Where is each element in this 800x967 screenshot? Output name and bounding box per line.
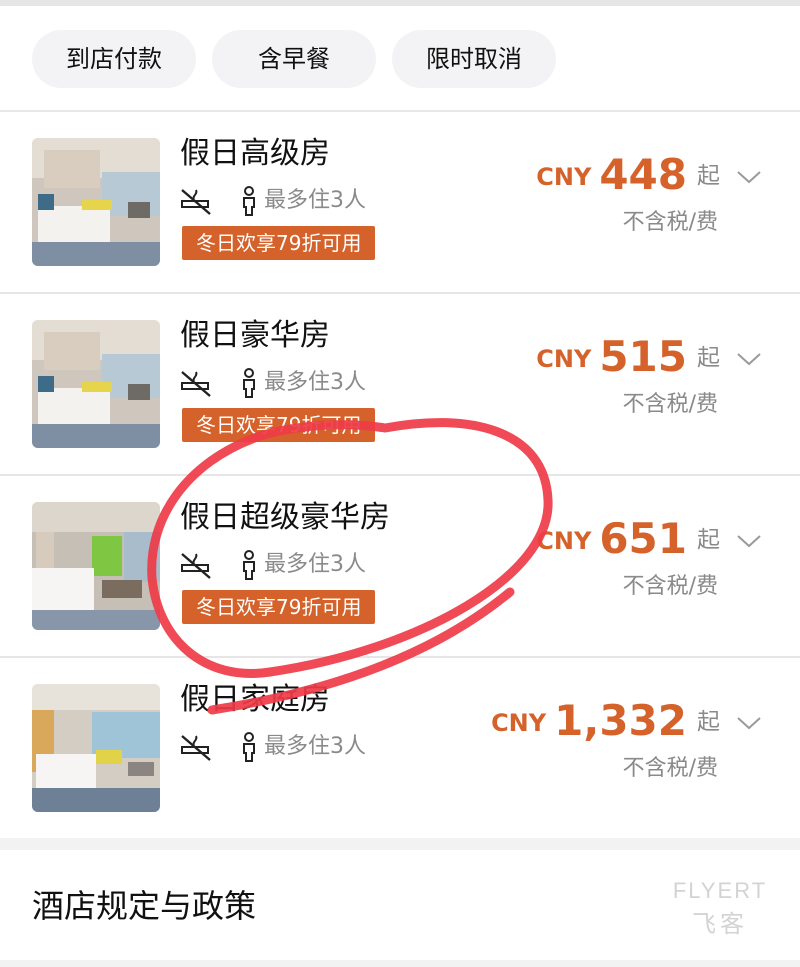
watermark: FLYERT 飞客 (660, 878, 780, 939)
room-card-deluxe[interactable]: 假日豪华房 最多住3人 冬日欢享79折可用 CNY 515 起 不含税/费 (0, 294, 800, 476)
price-value: 515 (599, 332, 687, 381)
filter-chip-free-cancel[interactable]: 限时取消 (392, 30, 556, 88)
no-smoking-icon (181, 371, 211, 397)
price-from-label: 起 (697, 709, 720, 735)
tax-note: 不含税/费 (622, 210, 718, 235)
chevron-down-icon[interactable] (736, 168, 762, 186)
occupancy-text: 最多住3人 (264, 734, 366, 759)
person-icon (243, 368, 255, 398)
room-photo[interactable] (32, 502, 160, 630)
room-card-superior[interactable]: 假日高级房 最多住3人 冬日欢享79折可用 CNY 448 起 不含税/费 (0, 112, 800, 294)
tax-note: 不含税/费 (622, 756, 718, 781)
price-from-label: 起 (697, 345, 720, 371)
room-name: 假日豪华房 (180, 318, 330, 353)
occupancy-text: 最多住3人 (264, 370, 366, 395)
watermark-line1: FLYERT (672, 878, 768, 903)
filter-chip-pay-at-hotel[interactable]: 到店付款 (32, 30, 196, 88)
person-icon (243, 186, 255, 216)
promo-badge: 冬日欢享79折可用 (182, 226, 376, 260)
room-name: 假日超级豪华房 (180, 500, 390, 535)
tax-note: 不含税/费 (622, 392, 718, 417)
tax-note: 不含税/费 (622, 574, 718, 599)
price-from-label: 起 (697, 527, 720, 553)
chevron-down-icon[interactable] (736, 350, 762, 368)
occupancy-text: 最多住3人 (264, 552, 366, 577)
room-photo[interactable] (32, 138, 160, 266)
person-icon (243, 550, 255, 580)
filter-chip-breakfast[interactable]: 含早餐 (212, 30, 376, 88)
price-value: 651 (599, 514, 687, 563)
policy-title: 酒店规定与政策 (32, 887, 257, 925)
room-photo[interactable] (32, 684, 160, 812)
promo-badge: 冬日欢享79折可用 (182, 408, 376, 442)
no-smoking-icon (181, 735, 211, 761)
currency-label: CNY (491, 709, 547, 737)
currency-label: CNY (536, 163, 592, 191)
watermark-line2: 飞客 (692, 910, 748, 938)
currency-label: CNY (536, 527, 592, 555)
room-name: 假日家庭房 (180, 682, 330, 717)
room-card-family[interactable]: 假日家庭房 最多住3人 CNY 1,332 起 不含税/费 (0, 658, 800, 840)
chevron-down-icon[interactable] (736, 532, 762, 550)
price-from-label: 起 (697, 163, 720, 189)
promo-badge: 冬日欢享79折可用 (182, 590, 376, 624)
price-block: CNY 1,332 起 (491, 696, 720, 750)
price-block: CNY 515 起 (536, 332, 720, 386)
price-value: 1,332 (554, 696, 687, 745)
price-value: 448 (599, 150, 687, 199)
room-card-premium-deluxe[interactable]: 假日超级豪华房 最多住3人 冬日欢享79折可用 CNY 651 起 不含税/费 (0, 476, 800, 658)
no-smoking-icon (181, 189, 211, 215)
occupancy-text: 最多住3人 (264, 188, 366, 213)
room-list-panel: 到店付款 含早餐 限时取消 假日高级房 最多住3人 冬日欢享79折可用 CNY … (0, 6, 800, 838)
room-name: 假日高级房 (180, 136, 330, 171)
price-block: CNY 448 起 (536, 150, 720, 204)
no-smoking-icon (181, 553, 211, 579)
person-icon (243, 732, 255, 762)
filter-bar: 到店付款 含早餐 限时取消 (0, 6, 800, 112)
currency-label: CNY (536, 345, 592, 373)
chevron-down-icon[interactable] (736, 714, 762, 732)
room-photo[interactable] (32, 320, 160, 448)
price-block: CNY 651 起 (536, 514, 720, 568)
policy-section[interactable]: 酒店规定与政策 FLYERT 飞客 (0, 850, 800, 960)
